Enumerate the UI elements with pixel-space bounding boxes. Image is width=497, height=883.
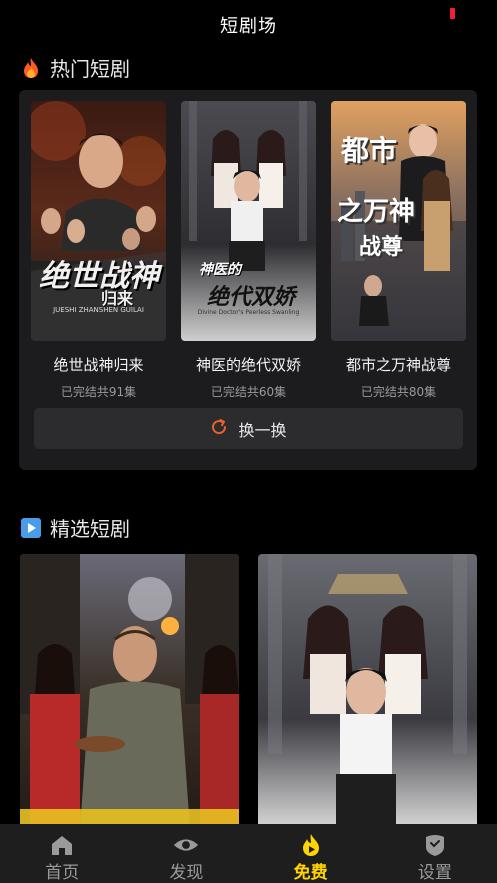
settings-icon xyxy=(422,833,448,857)
hot-panel: 绝世战神 归来 JUESHI ZHANSHEN GUILAI 绝世战神归来 已完… xyxy=(19,90,477,470)
drama-meta: 已完结共80集 xyxy=(360,385,437,399)
tab-home[interactable]: 首页 xyxy=(0,824,124,883)
poster-subtitle: JUESHI ZHANSHEN GUILAI xyxy=(53,306,144,314)
hot-card-1[interactable]: 绝世战神 归来 JUESHI ZHANSHEN GUILAI 绝世战神归来 已完… xyxy=(31,101,166,400)
poster-title-2: 之万神 xyxy=(337,197,416,227)
tab-free[interactable]: 免费 xyxy=(249,824,373,883)
hot-section-title: 热门短剧 xyxy=(50,57,130,81)
play-icon xyxy=(20,517,42,539)
poster-title-2: 绝代双娇 xyxy=(206,285,295,310)
hot-section-header: 热门短剧 xyxy=(20,53,130,82)
poster-title: 神医的 xyxy=(199,262,241,278)
tab-discover[interactable]: 发现 xyxy=(124,824,248,883)
drama-name[interactable]: 绝世战神归来 xyxy=(31,354,166,375)
featured-poster-image xyxy=(258,554,477,829)
tab-label: 设置 xyxy=(417,863,452,883)
refresh-icon xyxy=(210,418,228,440)
drama-name[interactable]: 都市之万神战尊 xyxy=(331,354,466,375)
drama-name[interactable]: 神医的绝代双娇 xyxy=(181,354,316,375)
eye-icon xyxy=(173,833,199,857)
bottom-tabbar: 首页 发现 免费 设置 xyxy=(0,824,497,883)
poster-subtitle: Divine Doctor's Peerless Swanling xyxy=(197,309,300,316)
hot-card-2[interactable]: 神医的 绝代双娇 Divine Doctor's Peerless Swanli… xyxy=(181,101,316,400)
poster-image[interactable]: 都市 之万神 战尊 xyxy=(331,101,466,341)
hot-card-3[interactable]: 都市 之万神 战尊 都市之万神战尊 已完结共80集 xyxy=(331,101,466,400)
featured-card-2[interactable] xyxy=(258,554,477,829)
tab-label: 免费 xyxy=(293,863,328,883)
page-title: 短剧场 xyxy=(220,16,277,37)
home-icon xyxy=(49,833,75,857)
tab-label: 首页 xyxy=(45,863,80,883)
tab-settings[interactable]: 设置 xyxy=(373,824,497,883)
poster-subtitle: 战尊 xyxy=(359,235,404,260)
poster-image[interactable]: 神医的 绝代双娇 Divine Doctor's Peerless Swanli… xyxy=(181,101,316,341)
drama-meta: 已完结共91集 xyxy=(60,385,137,399)
flame-icon xyxy=(298,833,324,857)
refresh-button[interactable]: 换一换 xyxy=(34,408,463,449)
featured-section-header: 精选短剧 xyxy=(20,513,130,542)
featured-card-1[interactable] xyxy=(20,554,239,829)
drama-meta: 已完结共60集 xyxy=(210,385,287,399)
tab-label: 发现 xyxy=(169,863,204,883)
refresh-label: 换一换 xyxy=(238,420,287,440)
poster-title: 都市 xyxy=(341,134,398,167)
featured-section-title: 精选短剧 xyxy=(50,517,130,541)
poster-title: 绝世战神 xyxy=(39,259,159,294)
featured-poster-image xyxy=(20,554,239,829)
fire-icon xyxy=(20,57,42,79)
poster-image[interactable]: 绝世战神 归来 JUESHI ZHANSHEN GUILAI xyxy=(31,101,166,341)
